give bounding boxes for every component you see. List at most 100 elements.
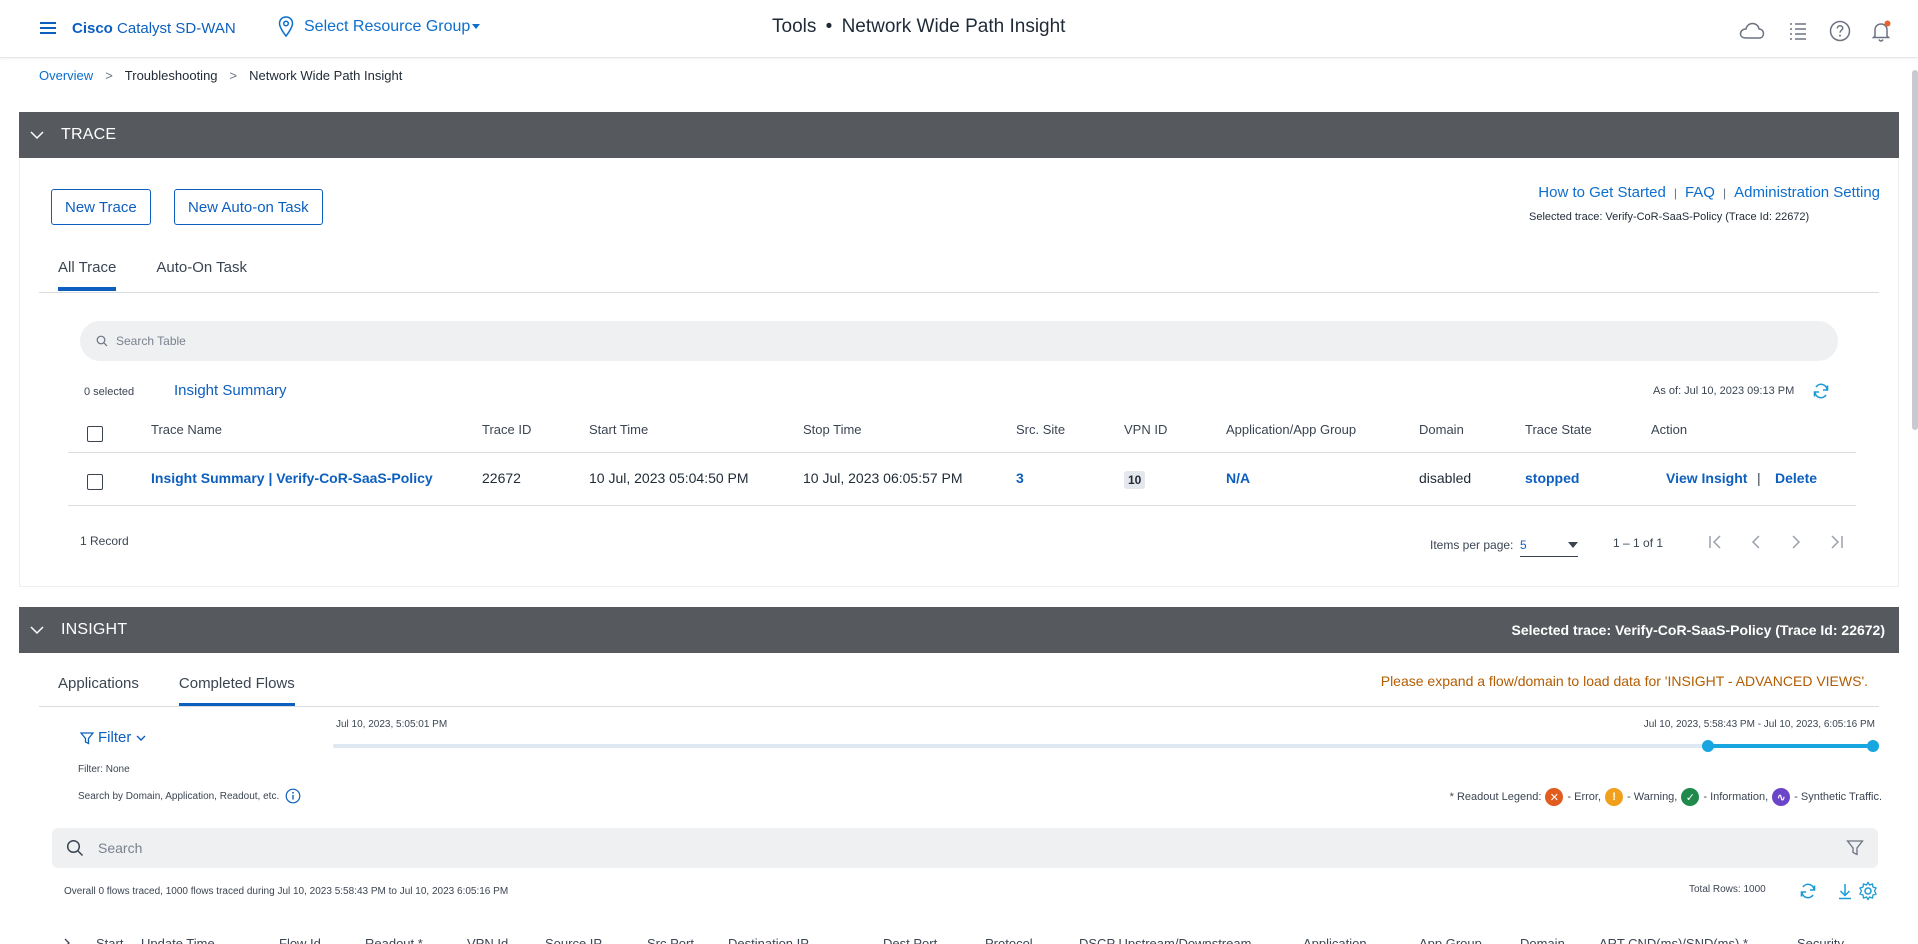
col-flow-id[interactable]: Flow Id [279,936,321,944]
download-icon[interactable] [1836,881,1854,901]
administration-setting-link[interactable]: Administration Setting [1734,184,1880,201]
domain-cell: disabled [1419,470,1472,486]
col-vpn-id[interactable]: VPN Id [467,936,508,944]
tab-all-trace[interactable]: All Trace [58,259,117,291]
col-trace-state[interactable]: Trace State [1525,422,1592,437]
col-src-port[interactable]: Src Port [647,936,694,944]
insight-tabs: Applications Completed Flows [58,675,295,707]
insight-summary-link[interactable]: Insight Summary [174,382,287,399]
error-icon: ✕ [1545,788,1564,806]
chevron-down-icon[interactable] [29,622,45,638]
prev-page-icon[interactable] [1746,532,1766,552]
next-page-icon[interactable] [1786,532,1806,552]
legend-information-text: - Information, [1703,791,1769,803]
info-icon[interactable] [285,788,301,804]
filter-label: Filter [98,729,132,746]
col-stop-time[interactable]: Stop Time [803,422,862,437]
timeline-track[interactable] [333,740,1879,752]
hamburger-menu-icon[interactable] [38,19,58,37]
trace-state-link[interactable]: stopped [1525,470,1579,486]
expand-all-chevron-icon[interactable] [62,938,72,944]
trace-name-link[interactable]: Insight Summary | Verify-CoR-SaaS-Policy [151,470,433,486]
col-start-time[interactable]: Start Time [589,422,648,437]
legend-warning-text: - Warning, [1627,791,1678,803]
col-domain[interactable]: Domain [1419,422,1464,437]
filter-icon [80,731,94,745]
information-icon: ✓ [1681,788,1700,806]
col-security[interactable]: Security [1797,936,1844,944]
resource-group-selector[interactable]: Select Resource Group [278,16,481,38]
delete-link[interactable]: Delete [1775,470,1817,486]
settings-gear-icon[interactable] [1858,881,1878,901]
notification-bell-icon[interactable] [1869,19,1893,43]
trace-section-title: TRACE [61,126,117,143]
search-hint: Search by Domain, Application, Readout, … [78,788,301,804]
row-checkbox[interactable] [87,474,103,490]
col-update-time[interactable]: Update Time [141,936,215,944]
new-trace-button[interactable]: New Trace [51,189,151,225]
items-per-page-value: 5 [1520,537,1527,552]
help-icon[interactable] [1828,19,1852,43]
funnel-filter-icon[interactable] [1846,839,1864,857]
col-protocol[interactable]: Protocol [985,936,1033,944]
cloud-icon[interactable] [1739,19,1765,43]
title-prefix: Tools [772,16,817,37]
col-application[interactable]: Application [1303,936,1367,944]
col-domain[interactable]: Domain [1520,936,1565,944]
breadcrumb-overview[interactable]: Overview [39,68,93,83]
page-scrollbar[interactable] [1912,70,1918,430]
breadcrumb-troubleshooting[interactable]: Troubleshooting [125,68,218,83]
refresh-icon[interactable] [1798,881,1818,901]
timeline-end-handle[interactable] [1867,740,1879,752]
src-site-link[interactable]: 3 [1016,470,1024,486]
tab-applications[interactable]: Applications [58,675,139,706]
col-art[interactable]: ART CND(ms)/SND(ms) * [1599,936,1748,944]
select-all-checkbox[interactable] [87,426,103,442]
legend-synthetic-text: - Synthetic Traffic. [1794,791,1882,803]
col-dest-port[interactable]: Dest Port [883,936,937,944]
faq-link[interactable]: FAQ [1685,184,1715,201]
selected-count: 0 selected [84,386,135,398]
app-group-link[interactable]: N/A [1226,470,1250,486]
insight-section-header[interactable]: INSIGHT Selected trace: Verify-CoR-SaaS-… [19,607,1899,653]
items-per-page-select[interactable]: 5 [1520,533,1578,557]
view-insight-link[interactable]: View Insight [1666,470,1747,486]
total-rows: Total Rows: 1000 [1689,884,1766,895]
tab-auto-on-task[interactable]: Auto-On Task [156,259,247,290]
synthetic-traffic-icon: ∿ [1772,788,1791,806]
help-links: How to Get Started | FAQ | Administratio… [1538,184,1880,201]
row-divider [68,505,1856,506]
col-trace-id[interactable]: Trace ID [482,422,531,437]
search-hint-text: Search by Domain, Application, Readout, … [78,790,280,802]
first-page-icon[interactable] [1706,532,1726,552]
trace-section-header[interactable]: TRACE [19,112,1899,158]
selected-trace-info: Selected trace: Verify-CoR-SaaS-Policy (… [1529,211,1810,223]
legend-label: * Readout Legend: [1449,791,1542,803]
caret-down-icon [1568,541,1578,548]
col-dscp[interactable]: DSCP Upstream/Downstream [1079,936,1251,944]
brand-bold: Cisco [72,20,113,37]
filter-button[interactable]: Filter [80,729,147,746]
how-to-get-started-link[interactable]: How to Get Started [1538,184,1666,201]
breadcrumb-current: Network Wide Path Insight [249,68,403,83]
col-src-site[interactable]: Src. Site [1016,422,1065,437]
col-start[interactable]: Start [96,936,123,944]
col-app-group[interactable]: App Group [1419,936,1482,944]
timeline-start-handle[interactable] [1702,740,1715,752]
col-destination-ip[interactable]: Destination IP [728,936,809,944]
breadcrumb: Overview > Troubleshooting > Network Wid… [39,68,402,83]
refresh-icon[interactable] [1811,381,1831,401]
col-readout[interactable]: Readout * [365,936,423,944]
col-trace-name[interactable]: Trace Name [151,422,222,437]
chevron-down-icon[interactable] [29,127,45,143]
new-auto-on-task-button[interactable]: New Auto-on Task [174,189,323,225]
search-table-input[interactable] [116,334,1838,348]
flows-search-input[interactable] [98,840,1846,856]
col-app-group[interactable]: Application/App Group [1226,422,1356,437]
insight-tabs-divider [39,706,1879,707]
col-vpn-id[interactable]: VPN ID [1124,422,1167,437]
list-icon[interactable] [1786,19,1810,43]
tab-completed-flows[interactable]: Completed Flows [178,675,295,707]
last-page-icon[interactable] [1826,532,1846,552]
col-source-ip[interactable]: Source IP [545,936,602,944]
